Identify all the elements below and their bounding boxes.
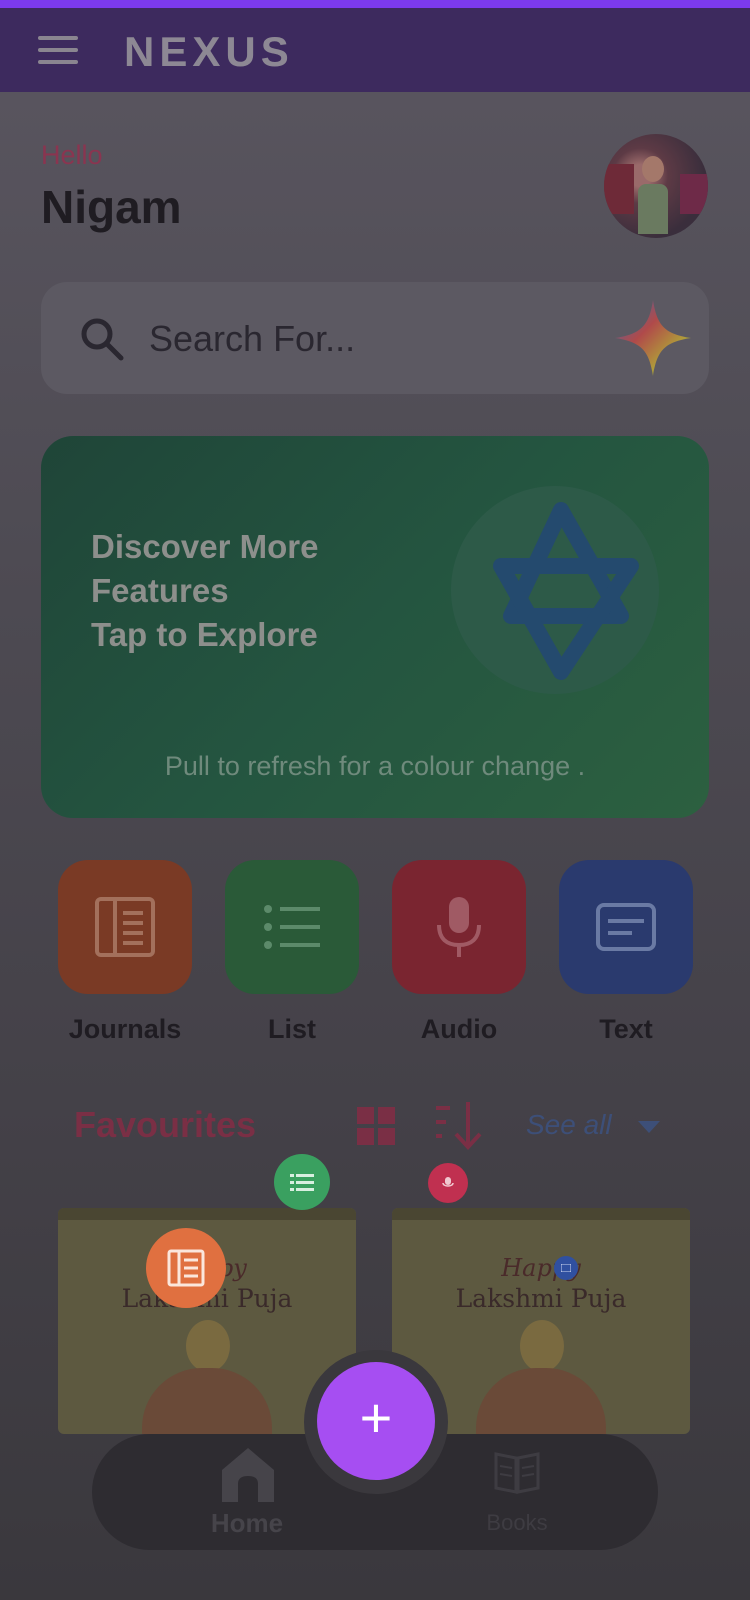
add-fab-button[interactable]: + xyxy=(317,1362,435,1480)
new-audio-fab[interactable] xyxy=(428,1163,468,1203)
avatar[interactable] xyxy=(604,134,708,238)
card-illustration xyxy=(186,1320,230,1372)
book-icon xyxy=(494,1452,540,1494)
grid-view-icon[interactable] xyxy=(357,1107,395,1145)
ai-sparkle-icon[interactable] xyxy=(613,298,693,378)
see-all-link[interactable]: See all xyxy=(526,1109,612,1141)
new-text-fab[interactable] xyxy=(554,1256,578,1280)
plus-icon: + xyxy=(359,1386,393,1449)
star-logo-icon xyxy=(493,502,639,680)
journal-icon xyxy=(167,1249,205,1287)
category-journals-label: Journals xyxy=(68,1014,182,1044)
card-illustration xyxy=(520,1320,564,1372)
banner-hint: Pull to refresh for a colour change . xyxy=(164,751,586,781)
mic-icon xyxy=(442,1177,454,1187)
status-accent-strip xyxy=(0,0,750,8)
banner-line-3: Tap to Explore xyxy=(91,616,318,653)
greeting-username: Nigam xyxy=(41,181,182,233)
search-bar[interactable]: Search For... xyxy=(41,282,709,394)
app-title: NEXUS xyxy=(124,28,294,75)
nav-books-label: Books xyxy=(486,1510,548,1535)
home-icon xyxy=(222,1448,274,1502)
list-icon xyxy=(290,1174,314,1191)
category-list-button[interactable] xyxy=(225,860,359,994)
sort-icon[interactable] xyxy=(436,1100,482,1150)
new-list-fab[interactable] xyxy=(274,1154,330,1210)
search-input[interactable]: Search For... xyxy=(149,318,355,360)
list-icon xyxy=(264,905,320,949)
banner-line-2: Features xyxy=(91,572,229,609)
category-journals-button[interactable] xyxy=(58,860,192,994)
app-screen: NEXUS Hello Nigam Search For... Discover xyxy=(0,0,750,1600)
category-audio-button[interactable] xyxy=(392,860,526,994)
mic-icon xyxy=(437,897,481,957)
nav-home-label: Home xyxy=(210,1508,284,1538)
text-icon xyxy=(596,903,656,951)
chevron-down-icon[interactable] xyxy=(638,1121,660,1133)
nav-home[interactable]: Home xyxy=(182,1446,312,1546)
hamburger-menu-icon[interactable] xyxy=(38,36,78,66)
card-subtitle: Happy xyxy=(501,1254,581,1282)
banner-line-1: Discover More xyxy=(91,528,319,565)
category-text-label: Text xyxy=(599,1014,653,1044)
card-title: Lakshmi Puja xyxy=(455,1284,627,1313)
nav-books[interactable]: Books xyxy=(452,1446,582,1546)
category-text-button[interactable] xyxy=(559,860,693,994)
greeting-hello: Hello xyxy=(41,140,103,170)
text-icon xyxy=(561,1264,571,1272)
favourites-title: Favourites xyxy=(74,1104,257,1145)
explore-banner[interactable]: Discover More Features Tap to Explore Pu… xyxy=(41,436,709,818)
search-icon xyxy=(81,318,124,361)
new-journal-fab[interactable] xyxy=(146,1228,226,1308)
app-bar: NEXUS xyxy=(0,8,750,92)
category-audio-label: Audio xyxy=(420,1014,498,1044)
category-list-label: List xyxy=(267,1014,316,1044)
journal-icon xyxy=(95,897,155,957)
